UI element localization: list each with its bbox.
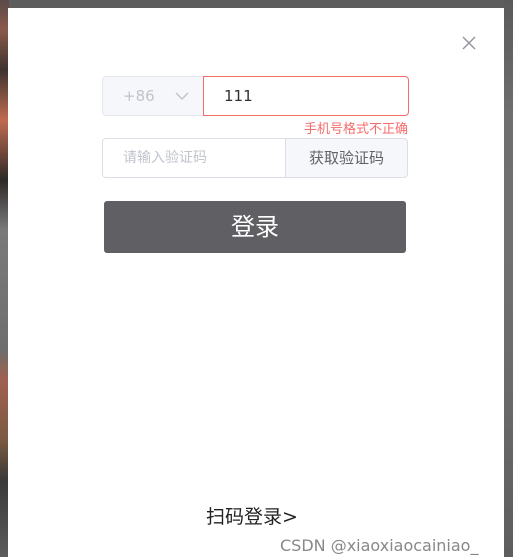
close-icon [462, 36, 476, 50]
code-row: 获取验证码 [102, 138, 408, 178]
close-button[interactable] [460, 34, 478, 52]
get-code-button[interactable]: 获取验证码 [285, 138, 408, 178]
background-overlay-top [0, 0, 513, 8]
country-code-value: +86 [123, 87, 155, 105]
country-code-select[interactable]: +86 [102, 76, 205, 116]
chevron-down-icon [175, 92, 189, 101]
login-dialog: +86 手机号格式不正确 获取验证码 登录 扫码登录> CSDN @xiaoxi… [8, 8, 504, 557]
verification-code-input[interactable] [102, 138, 287, 178]
phone-input[interactable] [203, 76, 409, 116]
phone-error-message: 手机号格式不正确 [303, 122, 408, 137]
watermark: CSDN @xiaoxiaocainiao_ [280, 536, 479, 555]
phone-row: +86 [102, 76, 409, 116]
background-overlay-right [504, 0, 513, 557]
qr-login-link[interactable]: 扫码登录> [206, 502, 298, 529]
login-button[interactable]: 登录 [104, 201, 406, 253]
